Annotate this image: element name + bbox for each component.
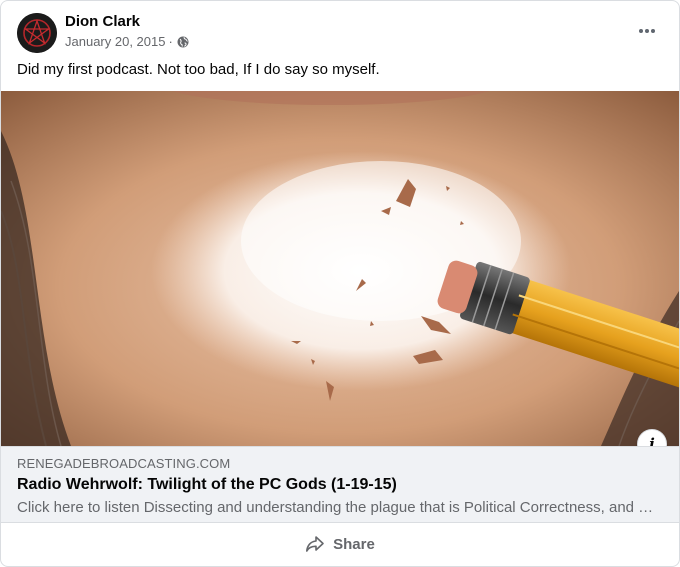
author-name[interactable]: Dion Clark bbox=[65, 13, 140, 30]
eraser-photo bbox=[1, 91, 679, 446]
post-header: Dion Clark January 20, 2015 · bbox=[17, 13, 663, 53]
avatar-image bbox=[17, 13, 57, 53]
post-text: Did my first podcast. Not too bad, If I … bbox=[17, 61, 380, 78]
avatar[interactable] bbox=[17, 13, 57, 53]
link-preview-image[interactable]: i bbox=[1, 91, 679, 446]
action-bar: Share bbox=[1, 522, 679, 566]
link-domain: RENEGADEBROADCASTING.COM bbox=[17, 456, 231, 471]
more-options-button[interactable] bbox=[631, 17, 663, 45]
link-title[interactable]: Radio Wehrwolf: Twilight of the PC Gods … bbox=[17, 476, 663, 494]
post-meta: January 20, 2015 · bbox=[65, 34, 189, 49]
link-preview[interactable]: RENEGADEBROADCASTING.COM Radio Wehrwolf:… bbox=[1, 446, 679, 523]
post-card: Dion Clark January 20, 2015 · Did my fir… bbox=[0, 0, 680, 567]
share-arrow-icon bbox=[306, 536, 324, 552]
share-label: Share bbox=[333, 535, 375, 553]
post-date[interactable]: January 20, 2015 bbox=[65, 34, 165, 49]
meta-separator: · bbox=[168, 34, 173, 49]
share-button[interactable]: Share bbox=[305, 534, 375, 554]
more-options-icon bbox=[638, 29, 643, 33]
globe-icon bbox=[177, 36, 189, 47]
link-description: Click here to listen Dissecting and unde… bbox=[17, 499, 654, 516]
